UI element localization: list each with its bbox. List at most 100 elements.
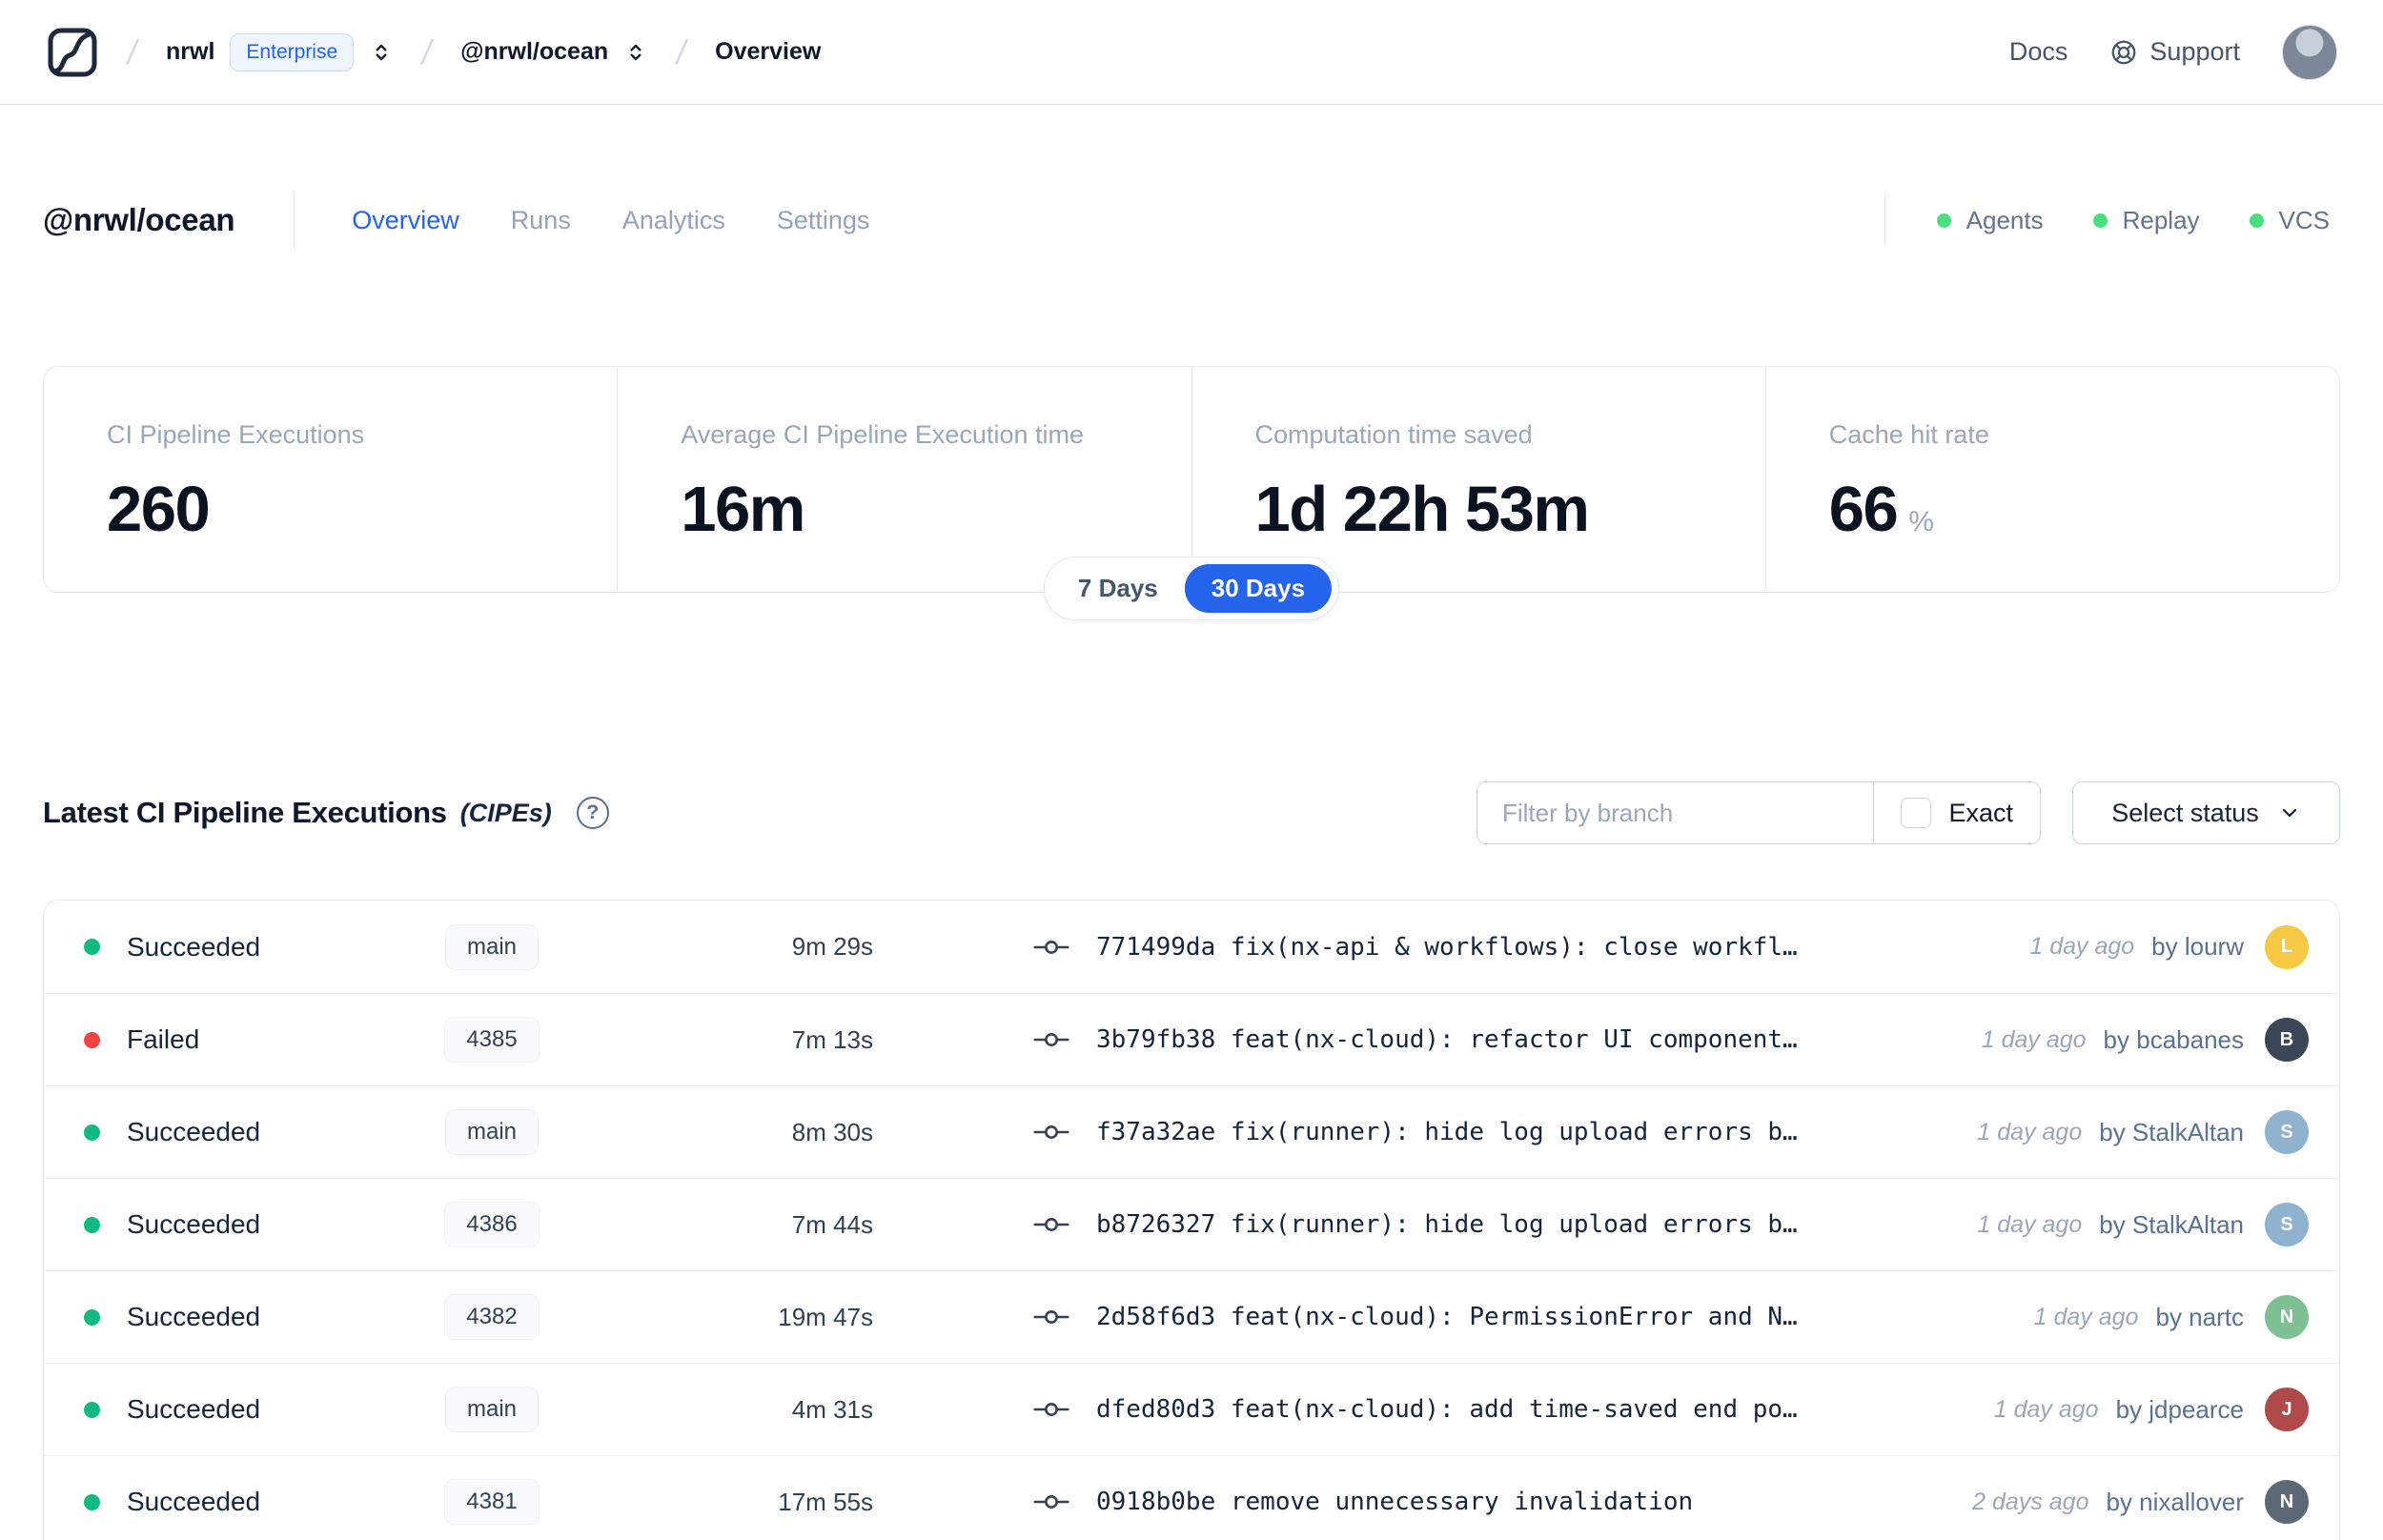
help-icon[interactable]: ? <box>576 797 609 829</box>
status-dot-icon <box>1936 213 1951 228</box>
branch-badge[interactable]: 4382 <box>444 1294 540 1340</box>
status-cell: Succeeded <box>44 1394 358 1425</box>
commit-message[interactable]: 3b79fb38 feat(nx-cloud): refactor UI com… <box>1096 1025 1798 1054</box>
branch-cell: 4386 <box>358 1202 625 1247</box>
stat-value: 260 <box>107 474 211 545</box>
workspace-header: @nrwl/ocean Overview Runs Analytics Sett… <box>43 187 2337 253</box>
commit-cell: 2d58f6d3 feat(nx-cloud): PermissionError… <box>1031 1303 2034 1331</box>
stat-label: Computation time saved <box>1254 420 1533 449</box>
branch-badge[interactable]: 4386 <box>444 1202 540 1247</box>
status-label: Succeeded <box>127 1394 261 1424</box>
breadcrumb-workspace[interactable]: @nrwl/ocean <box>460 38 648 66</box>
time-ago: 1 day ago <box>1977 1210 2083 1238</box>
org-switcher-icon[interactable] <box>369 40 394 65</box>
table-row[interactable]: Succeeded 4382 19m 47s 2d58f6d3 feat(nx-… <box>44 1270 2339 1363</box>
exact-checkbox[interactable] <box>1901 798 1932 828</box>
git-commit-icon <box>1031 1395 1071 1424</box>
table-row[interactable]: Failed 4385 7m 13s 3b79fb38 feat(nx-clou… <box>44 993 2339 1085</box>
author-avatar: J <box>2265 1388 2309 1431</box>
time-ago: 1 day ago <box>2029 933 2135 960</box>
status-label: Succeeded <box>127 1209 261 1239</box>
commit-message[interactable]: 0918b0be remove unnecessary invalidation <box>1096 1488 1693 1516</box>
status-dot-icon <box>84 1031 100 1048</box>
user-avatar[interactable] <box>2282 24 2337 80</box>
table-row[interactable]: Succeeded 4386 7m 44s b8726327 fix(runne… <box>44 1178 2339 1270</box>
tab-settings[interactable]: Settings <box>777 206 870 235</box>
stat-card-executions: CI Pipeline Executions 260 <box>44 367 617 592</box>
stat-card-cache-hit: Cache hit rate 66% <box>1764 367 2339 592</box>
stat-label: Cache hit rate <box>1828 420 1989 449</box>
commit-cell: f37a32ae fix(runner): hide log upload er… <box>1031 1118 1977 1146</box>
author-avatar: L <box>2265 924 2309 969</box>
tab-analytics[interactable]: Analytics <box>622 206 725 235</box>
branch-badge[interactable]: 4385 <box>444 1017 540 1063</box>
table-row[interactable]: Succeeded main 4m 31s dfed80d3 feat(nx-c… <box>44 1363 2339 1455</box>
meta-cell: 1 day ago by StalkAltan S <box>1977 1110 2339 1154</box>
status-label: Failed <box>127 1024 200 1054</box>
branch-cell: 4382 <box>358 1294 625 1340</box>
section-title-suffix: (CIPEs) <box>459 798 552 827</box>
time-ago: 1 day ago <box>2033 1303 2139 1330</box>
commit-cell: 3b79fb38 feat(nx-cloud): refactor UI com… <box>1031 1025 1982 1054</box>
service-replay: Replay <box>2092 206 2200 235</box>
workspace-name[interactable]: @nrwl/ocean <box>460 38 608 66</box>
service-vcs: VCS <box>2249 206 2330 235</box>
enterprise-badge: Enterprise <box>230 32 355 71</box>
author: by lourw <box>2151 932 2244 961</box>
branch-badge[interactable]: main <box>444 923 540 970</box>
status-dot-icon <box>2092 213 2108 228</box>
commit-message[interactable]: dfed80d3 feat(nx-cloud): add time-saved … <box>1096 1395 1798 1424</box>
exact-label: Exact <box>1948 798 2013 827</box>
commit-message[interactable]: b8726327 fix(runner): hide log upload er… <box>1096 1210 1798 1239</box>
table-row[interactable]: Succeeded main 9m 29s 771499da fix(nx-ap… <box>44 901 2339 993</box>
tab-runs[interactable]: Runs <box>511 206 571 235</box>
nx-cloud-logo-icon[interactable] <box>46 26 99 79</box>
branch-badge[interactable]: 4381 <box>444 1479 540 1525</box>
stat-value: 1d 22h 53m <box>1254 474 1590 545</box>
service-label: Agents <box>1965 205 2044 234</box>
time-ago: 1 day ago <box>1993 1395 2099 1423</box>
status-label: Succeeded <box>127 931 261 962</box>
status-dot-icon <box>84 939 100 955</box>
status-label: Succeeded <box>127 1117 261 1146</box>
branch-cell: main <box>358 1109 625 1155</box>
table-row[interactable]: Succeeded main 8m 30s f37a32ae fix(runne… <box>44 1085 2339 1178</box>
duration: 4m 31s <box>791 1394 873 1424</box>
range-30-days[interactable]: 30 Days <box>1184 564 1333 613</box>
branch-badge[interactable]: main <box>444 1387 540 1432</box>
commit-message[interactable]: 2d58f6d3 feat(nx-cloud): PermissionError… <box>1096 1303 1798 1331</box>
branch-cell: 4385 <box>358 1017 625 1063</box>
support-link[interactable]: Support <box>2109 37 2240 67</box>
workspace-switcher-icon[interactable] <box>623 40 648 65</box>
select-status-label: Select status <box>2111 798 2259 827</box>
tab-overview[interactable]: Overview <box>352 206 459 235</box>
author-avatar: S <box>2265 1203 2309 1246</box>
commit-message[interactable]: f37a32ae fix(runner): hide log upload er… <box>1096 1118 1798 1146</box>
git-commit-icon <box>1031 1025 1071 1054</box>
navbar-actions: Docs Support <box>2009 24 2337 80</box>
org-name[interactable]: nrwl <box>166 38 214 66</box>
duration: 7m 44s <box>791 1209 873 1239</box>
author-avatar: B <box>2265 1018 2309 1062</box>
workspace-tabs: Overview Runs Analytics Settings <box>352 206 869 235</box>
branch-cell: 4381 <box>358 1479 625 1525</box>
duration: 7m 13s <box>791 1024 873 1054</box>
date-range-toggle: 7 Days 30 Days <box>1043 557 1340 620</box>
breadcrumb-org[interactable]: nrwl Enterprise <box>166 32 394 71</box>
docs-link[interactable]: Docs <box>2009 37 2068 67</box>
branch-badge[interactable]: main <box>444 1109 540 1155</box>
author: by StalkAltan <box>2099 1209 2244 1239</box>
breadcrumb: / nrwl Enterprise / @nrwl/ocean / Overvi… <box>46 26 821 79</box>
duration: 17m 55s <box>778 1487 873 1516</box>
meta-cell: 1 day ago by StalkAltan S <box>1977 1203 2339 1246</box>
author: by nartc <box>2155 1302 2245 1331</box>
range-7-days[interactable]: 7 Days <box>1051 564 1185 613</box>
branch-filter-input[interactable] <box>1477 782 1874 843</box>
section-title: Latest CI Pipeline Executions <box>43 796 447 829</box>
table-row[interactable]: Succeeded 4381 17m 55s 0918b0be remove u… <box>44 1455 2339 1540</box>
commit-message[interactable]: 771499da fix(nx-api & workflows): close … <box>1096 933 1798 962</box>
select-status-button[interactable]: Select status <box>2072 781 2340 844</box>
branch-filter-group: Exact <box>1477 781 2041 844</box>
stats-section: CI Pipeline Executions 260 Average CI Pi… <box>43 366 2340 620</box>
breadcrumb-page: Overview <box>715 38 822 65</box>
